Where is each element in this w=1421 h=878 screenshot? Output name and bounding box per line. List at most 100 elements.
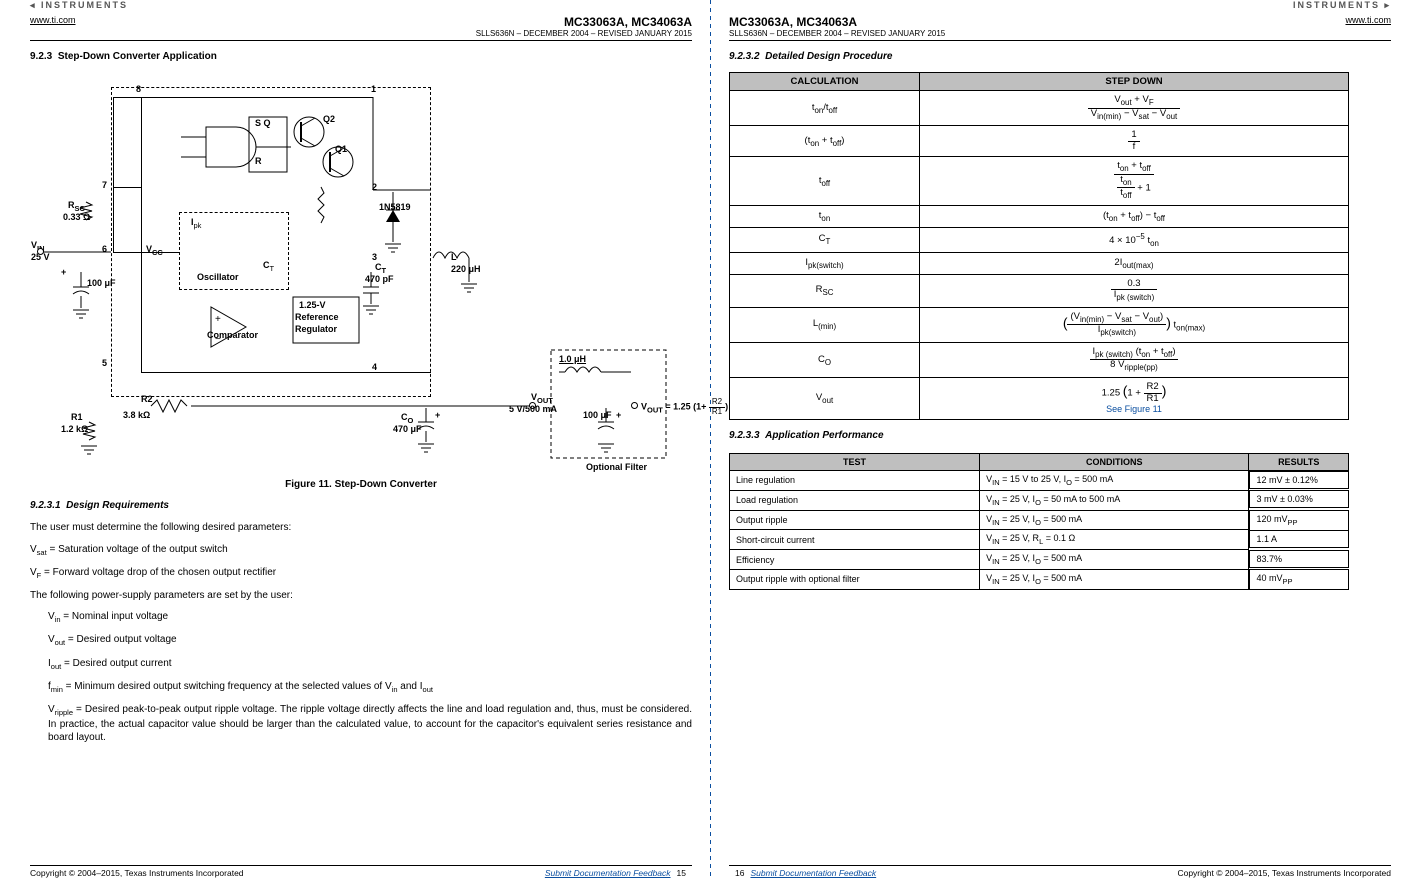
calc-label: CT (730, 227, 920, 252)
co-plus: + (435, 410, 440, 420)
l-value: 220 μH (451, 264, 481, 274)
table-row: toffton + tofftontoff + 1 (730, 157, 1349, 206)
ref-line2: Reference (295, 312, 339, 322)
calculation-table: CALCULATION STEP DOWN ton/toffVout + VFV… (729, 72, 1349, 420)
table-row: Output ripple with optional filterVIN = … (730, 569, 1349, 589)
section-heading: 9.2.3 Step-Down Converter Application (30, 51, 692, 62)
brand-mark-right: INSTRUMENTS ▸ (729, 0, 1391, 11)
reqs-intro: The user must determine the following de… (30, 521, 692, 535)
vsat-line: Vsat = Saturation voltage of the output … (30, 543, 692, 558)
vin-line: Vin = Nominal input voltage (48, 610, 692, 625)
footer-left: Copyright © 2004–2015, Texas Instruments… (30, 865, 692, 878)
calc-value: 2Iout(max) (920, 252, 1349, 274)
calc-label: ton/toff (730, 91, 920, 126)
q1-label: Q1 (335, 144, 347, 154)
calc-label: L(min) (730, 307, 920, 342)
svg-text:+: + (215, 314, 221, 325)
calc-header-step: STEP DOWN (920, 73, 1349, 91)
perf-cond: VIN = 25 V, IO = 500 mA (980, 510, 1249, 530)
table-row: Line regulationVIN = 15 V to 25 V, IO = … (730, 470, 1349, 490)
rsc-value: 0.33 Ω (63, 212, 90, 222)
vout-filt-terminal (631, 402, 638, 409)
header-left: www.ti.com MC33063A, MC34063A SLLS636N –… (30, 15, 692, 41)
perf-test: Output ripple (730, 510, 980, 530)
table-row: Vout1.25 (1 + R2R1)See Figure 11 (730, 378, 1349, 420)
table-row: ton(ton + toff) − toff (730, 205, 1349, 227)
filter-l: 1.0 μH (559, 354, 586, 364)
vout-value: 5 V/500 mA (509, 404, 557, 414)
calc-value: 1.25 (1 + R2R1)See Figure 11 (920, 378, 1349, 420)
page-spread: ◂ INSTRUMENTS www.ti.com MC33063A, MC340… (0, 0, 1421, 878)
copyright-left: Copyright © 2004–2015, Texas Instruments… (30, 868, 244, 878)
filter-c: 100 μF (583, 410, 612, 420)
r1-value: 1.2 kΩ (61, 424, 88, 434)
figure-caption: Figure 11. Step-Down Converter (30, 479, 692, 490)
table-row: RSC0.3Ipk (switch) (730, 274, 1349, 307)
co-label: CO (401, 412, 413, 425)
performance-table: TEST CONDITIONS RESULTS Line regulationV… (729, 453, 1349, 590)
vin-terminal (37, 248, 44, 255)
doc-code-right: SLLS636N – DECEMBER 2004 – REVISED JANUA… (729, 29, 945, 38)
perf-cond: VIN = 25 V, IO = 50 mA to 500 mA (980, 490, 1249, 510)
feedback-link-right[interactable]: Submit Documentation Feedback (750, 868, 876, 878)
sq-label: S Q (255, 118, 271, 128)
calc-header-calc: CALCULATION (730, 73, 920, 91)
vcc-label: VCC (146, 244, 163, 257)
calc-label: Ipk(switch) (730, 252, 920, 274)
ct-ext-label: CT (375, 262, 386, 275)
perf-test: Short-circuit current (730, 530, 980, 550)
r1-label: R1 (71, 412, 83, 422)
perf-result: 83.7% (1249, 550, 1349, 568)
table-row: (ton + toff)1f (730, 126, 1349, 157)
q2-label: Q2 (323, 114, 335, 124)
c100-value: 100 μF (87, 278, 116, 288)
c100-label: + (61, 267, 66, 277)
web-link-right[interactable]: www.ti.com (1345, 15, 1391, 25)
page-right: INSTRUMENTS ▸ MC33063A, MC34063A SLLS636… (711, 0, 1421, 878)
perf-result: 120 mVPP (1249, 510, 1349, 531)
part-number-right: MC33063A, MC34063A (729, 15, 945, 29)
calc-value: Vout + VFVin(min) − Vsat − Vout (920, 91, 1349, 126)
ref-line1: 1.25-V (299, 300, 326, 310)
design-reqs-heading: 9.2.3.1 Design Requirements (30, 500, 692, 511)
page-num-16: 16 (735, 868, 744, 878)
diode-label: 1N5819 (379, 202, 411, 212)
table-row: EfficiencyVIN = 25 V, IO = 500 mA83.7% (730, 550, 1349, 570)
doc-code-left: SLLS636N – DECEMBER 2004 – REVISED JANUA… (476, 29, 692, 38)
co-value: 470 μF (393, 424, 422, 434)
r2-value: 3.8 kΩ (123, 410, 150, 420)
vf-line: VF = Forward voltage drop of the chosen … (30, 566, 692, 581)
comparator-label: Comparator (207, 330, 258, 340)
perf-cond: VIN = 25 V, IO = 500 mA (980, 550, 1249, 570)
iout-line: Iout = Desired output current (48, 657, 692, 672)
brand-mark-left: ◂ INSTRUMENTS (30, 0, 692, 11)
calc-label: Vout (730, 378, 920, 420)
perf-test: Output ripple with optional filter (730, 569, 980, 589)
feedback-link-left[interactable]: Submit Documentation Feedback (545, 868, 671, 878)
calc-label: ton (730, 205, 920, 227)
r2-label: R2 (141, 394, 153, 404)
table-row: Short-circuit currentVIN = 25 V, RL = 0.… (730, 530, 1349, 550)
ct-value: 470 pF (365, 274, 394, 284)
perf-header-res: RESULTS (1249, 453, 1349, 470)
perf-result: 1.1 A (1249, 530, 1349, 548)
perf-cond: VIN = 25 V, IO = 500 mA (980, 569, 1249, 589)
calc-label: RSC (730, 274, 920, 307)
perf-cond: VIN = 15 V to 25 V, IO = 500 mA (980, 470, 1249, 490)
calc-value: ton + tofftontoff + 1 (920, 157, 1349, 206)
figure-11-schematic: Ipk Oscillator CT 8 1 7 6 5 2 3 4 (31, 72, 691, 477)
calc-value: Ipk (switch) (ton + toff)8 Vripple(pp) (920, 342, 1349, 377)
l-label: L (451, 252, 457, 262)
calc-value: 1f (920, 126, 1349, 157)
page-left: ◂ INSTRUMENTS www.ti.com MC33063A, MC340… (0, 0, 710, 878)
perf-header-test: TEST (730, 453, 980, 470)
user-params-intro: The following power-supply parameters ar… (30, 589, 692, 603)
procedure-heading: 9.2.3.2 Detailed Design Procedure (729, 51, 1391, 62)
r-flip-label: R (255, 156, 262, 166)
perf-test: Line regulation (730, 470, 980, 490)
page-num-15: 15 (677, 868, 686, 878)
fmin-line: fmin = Minimum desired output switching … (48, 680, 692, 695)
table-row: CT4 × 10−5 ton (730, 227, 1349, 252)
web-link-left[interactable]: www.ti.com (30, 15, 76, 25)
performance-heading: 9.2.3.3 Application Performance (729, 430, 1391, 441)
